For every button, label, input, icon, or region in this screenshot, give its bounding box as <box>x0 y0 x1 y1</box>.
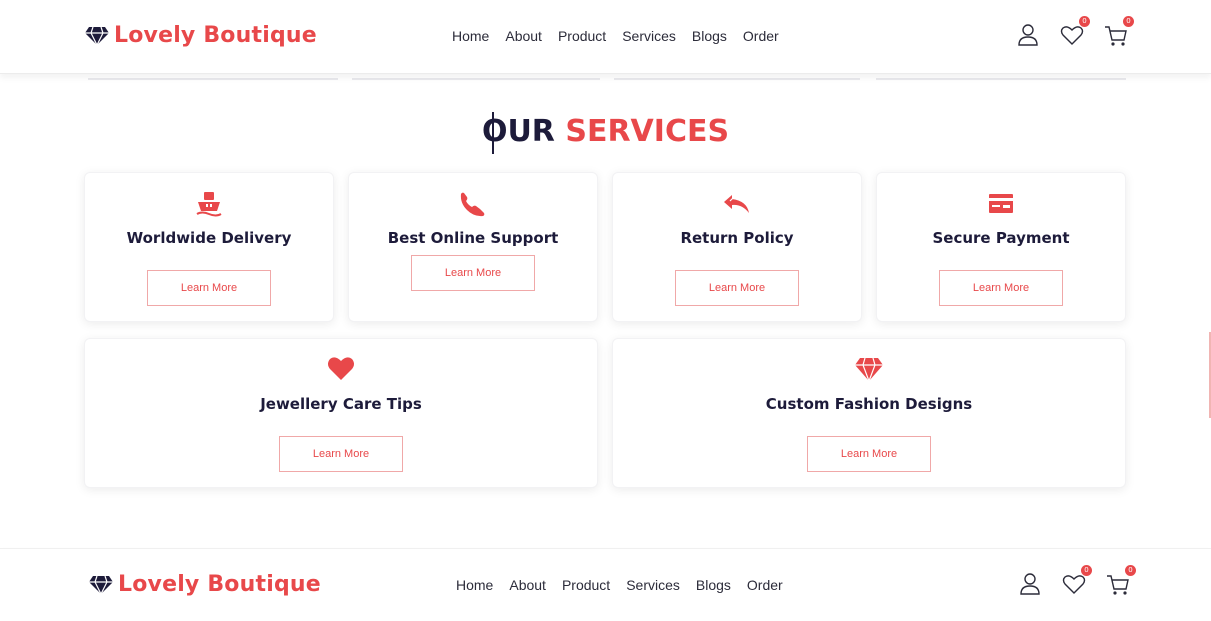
brand-name: Lovely Boutique <box>118 571 321 597</box>
ship-icon <box>194 189 224 219</box>
service-name: Worldwide Delivery <box>126 229 292 247</box>
diamond-logo-icon <box>89 575 113 596</box>
service-name: Return Policy <box>680 229 794 247</box>
nav-about[interactable]: About <box>509 577 546 593</box>
service-card-return-policy: Return Policy Learn More <box>612 172 862 322</box>
service-card-online-support: Best Online Support Learn More <box>348 172 598 322</box>
cart-button[interactable]: 0 <box>1106 565 1136 597</box>
wishlist-count-badge: 0 <box>1081 565 1092 576</box>
wishlist-button[interactable]: 0 <box>1060 16 1090 48</box>
page: Lovely Boutique Home About Product Servi… <box>0 0 1211 621</box>
account-button[interactable] <box>1018 571 1042 597</box>
credit-card-icon <box>986 189 1016 219</box>
cart-count-badge: 0 <box>1125 565 1136 576</box>
section-title-part1: OUR <box>481 114 555 149</box>
cart-count-badge: 0 <box>1123 16 1134 27</box>
nav-order[interactable]: Order <box>747 577 783 593</box>
card-edge <box>614 74 860 80</box>
nav-services[interactable]: Services <box>622 28 676 44</box>
section-title: OUR SERVICES <box>0 114 1211 149</box>
service-card-worldwide-delivery: Worldwide Delivery Learn More <box>84 172 334 322</box>
nav-about[interactable]: About <box>505 28 542 44</box>
nav-blogs[interactable]: Blogs <box>692 28 727 44</box>
nav-services[interactable]: Services <box>626 577 680 593</box>
nav-home[interactable]: Home <box>452 28 489 44</box>
brand-name: Lovely Boutique <box>114 22 317 48</box>
service-name: Best Online Support <box>387 229 559 247</box>
site-header: Lovely Boutique Home About Product Servi… <box>0 0 1211 74</box>
learn-more-button[interactable]: Learn More <box>675 270 799 306</box>
header-icons: 0 0 <box>1018 565 1136 597</box>
header-icons: 0 0 <box>1016 16 1134 48</box>
learn-more-button[interactable]: Learn More <box>807 436 931 472</box>
brand-logo[interactable]: Lovely Boutique <box>88 571 321 597</box>
service-name: Jewellery Care Tips <box>260 395 422 413</box>
section-title-part2: SERVICES <box>565 114 730 149</box>
card-edge <box>88 74 338 80</box>
service-card-secure-payment: Secure Payment Learn More <box>876 172 1126 322</box>
nav-order[interactable]: Order <box>743 28 779 44</box>
diamond-logo-icon <box>85 26 109 47</box>
phone-icon <box>458 189 488 219</box>
user-icon <box>1020 573 1040 595</box>
learn-more-button[interactable]: Learn More <box>939 270 1063 306</box>
learn-more-button[interactable]: Learn More <box>279 436 403 472</box>
cart-button[interactable]: 0 <box>1104 16 1134 48</box>
brand-logo[interactable]: Lovely Boutique <box>84 22 317 48</box>
wishlist-count-badge: 0 <box>1079 16 1090 27</box>
user-icon <box>1018 24 1038 46</box>
service-name: Custom Fashion Designs <box>765 395 973 413</box>
site-header-duplicate: Lovely Boutique Home About Product Servi… <box>0 548 1211 621</box>
nav-blogs[interactable]: Blogs <box>696 577 731 593</box>
nav-product[interactable]: Product <box>562 577 610 593</box>
learn-more-button[interactable]: Learn More <box>411 255 535 291</box>
nav-product[interactable]: Product <box>558 28 606 44</box>
main-nav: Home About Product Services Blogs Order <box>452 28 779 44</box>
account-button[interactable] <box>1016 22 1040 48</box>
reply-icon <box>722 189 752 219</box>
service-card-custom-fashion: Custom Fashion Designs Learn More <box>612 338 1126 488</box>
service-card-jewellery-care: Jewellery Care Tips Learn More <box>84 338 598 488</box>
learn-more-button[interactable]: Learn More <box>147 270 271 306</box>
card-edge <box>876 74 1126 80</box>
main-nav: Home About Product Services Blogs Order <box>456 577 783 593</box>
heart-icon <box>326 353 356 383</box>
card-edge <box>352 74 600 80</box>
service-name: Secure Payment <box>932 229 1070 247</box>
nav-home[interactable]: Home <box>456 577 493 593</box>
gem-icon <box>854 353 884 383</box>
wishlist-button[interactable]: 0 <box>1062 565 1092 597</box>
